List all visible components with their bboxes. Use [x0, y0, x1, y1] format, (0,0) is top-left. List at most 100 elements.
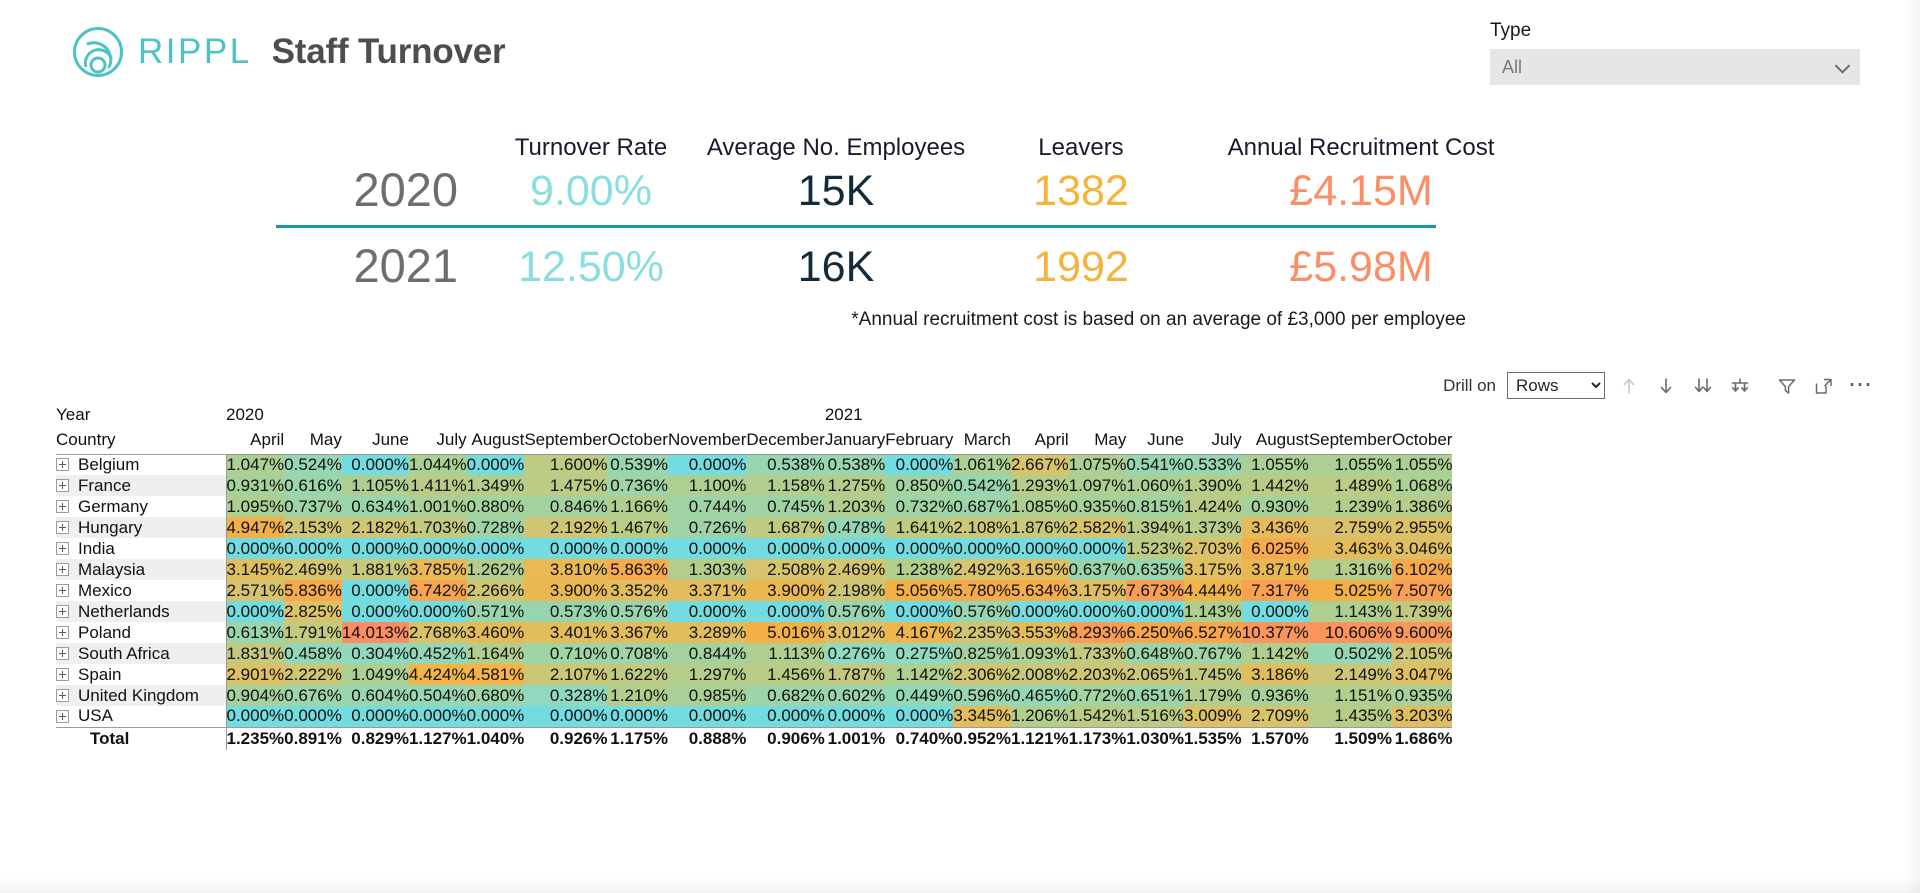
matrix-row-header-india[interactable]: India [56, 538, 227, 559]
matrix-cell[interactable]: 6.250% [1126, 622, 1185, 643]
matrix-cell[interactable]: 1.044% [408, 454, 467, 475]
matrix-cell[interactable]: 0.000% [524, 538, 608, 559]
matrix-cell[interactable]: 1.055% [1241, 454, 1309, 475]
matrix-cell[interactable]: 0.000% [284, 538, 342, 559]
matrix-cell[interactable]: 0.000% [1126, 601, 1185, 622]
matrix-cell[interactable]: 0.767% [1184, 643, 1242, 664]
matrix-cell[interactable]: 5.780% [953, 580, 1011, 601]
matrix-cell[interactable]: 6.527% [1184, 622, 1242, 643]
matrix-cell[interactable]: 2.703% [1184, 538, 1242, 559]
matrix-cell[interactable]: 1.105% [341, 475, 409, 496]
matrix-cell[interactable]: 0.000% [885, 454, 954, 475]
matrix-cell[interactable]: 3.900% [524, 580, 608, 601]
matrix-cell[interactable]: 1.049% [341, 664, 409, 685]
matrix-cell[interactable]: 1.239% [1308, 496, 1392, 517]
matrix-cell[interactable]: 3.047% [1391, 664, 1453, 685]
matrix-cell[interactable]: 1.523% [1126, 538, 1185, 559]
matrix-column-header-2021-january[interactable]: January [824, 427, 886, 455]
matrix-column-header-2021-september[interactable]: September [1308, 427, 1392, 455]
matrix-cell[interactable]: 2.492% [953, 559, 1011, 580]
matrix-cell[interactable]: 1.542% [1068, 706, 1127, 727]
matrix-cell[interactable]: 2.107% [524, 664, 608, 685]
matrix-cell[interactable]: 5.634% [1011, 580, 1069, 601]
expand-plus-icon[interactable] [56, 542, 69, 555]
matrix-column-header-2020-april[interactable]: April [226, 427, 285, 455]
matrix-cell[interactable]: 1.143% [1308, 601, 1392, 622]
matrix-cell[interactable]: 3.401% [524, 622, 608, 643]
matrix-row-header-malaysia[interactable]: Malaysia [56, 559, 227, 580]
matrix-cell[interactable]: 1.733% [1068, 643, 1127, 664]
matrix-cell[interactable]: 2.306% [953, 664, 1011, 685]
matrix-cell[interactable]: 3.463% [1308, 538, 1392, 559]
matrix-cell[interactable]: 0.502% [1308, 643, 1392, 664]
matrix-cell[interactable]: 0.604% [341, 685, 409, 706]
matrix-cell[interactable]: 0.616% [284, 475, 342, 496]
drill-down-icon[interactable] [1653, 373, 1679, 399]
matrix-cell[interactable]: 0.000% [1068, 538, 1127, 559]
matrix-column-header-2021-june[interactable]: June [1126, 427, 1185, 455]
matrix-cell[interactable]: 1.061% [953, 454, 1011, 475]
matrix-cell[interactable]: 0.000% [885, 538, 954, 559]
matrix-cell[interactable]: 0.000% [524, 706, 608, 727]
matrix-cell[interactable]: 2.192% [524, 517, 608, 538]
matrix-cell[interactable]: 0.708% [607, 643, 668, 664]
matrix-cell[interactable]: 4.444% [1184, 580, 1242, 601]
type-slicer-dropdown[interactable]: All [1490, 49, 1860, 85]
matrix-column-header-2021-march[interactable]: March [953, 427, 1011, 455]
matrix-cell[interactable]: 1.151% [1308, 685, 1392, 706]
matrix-cell[interactable]: 1.001% [408, 496, 467, 517]
matrix-cell[interactable]: 1.394% [1126, 517, 1185, 538]
matrix-cell[interactable]: 2.469% [824, 559, 886, 580]
matrix-cell[interactable]: 2.065% [1126, 664, 1185, 685]
expand-plus-icon[interactable] [56, 521, 69, 534]
more-options-icon[interactable]: ⋯ [1848, 372, 1874, 397]
matrix-cell[interactable]: 1.262% [466, 559, 525, 580]
matrix-cell[interactable]: 3.460% [466, 622, 525, 643]
expand-plus-icon[interactable] [56, 458, 69, 472]
matrix-cell[interactable]: 0.000% [1011, 538, 1069, 559]
matrix-cell[interactable]: 3.165% [1011, 559, 1069, 580]
matrix-cell[interactable]: 3.367% [607, 622, 668, 643]
matrix-cell[interactable]: 0.538% [824, 454, 886, 475]
matrix-row-header-belgium[interactable]: Belgium [56, 454, 227, 475]
matrix-cell[interactable]: 0.576% [824, 601, 886, 622]
matrix-cell[interactable]: 0.533% [1184, 454, 1242, 475]
matrix-cell[interactable]: 0.602% [824, 685, 886, 706]
drill-on-select[interactable]: RowsColumns [1507, 372, 1605, 399]
matrix-cell[interactable]: 0.000% [408, 601, 467, 622]
matrix-cell[interactable]: 5.025% [1308, 580, 1392, 601]
matrix-cell[interactable]: 0.000% [667, 454, 747, 475]
matrix-cell[interactable]: 0.935% [1391, 685, 1453, 706]
matrix-cell[interactable]: 5.836% [284, 580, 342, 601]
matrix-cell[interactable]: 0.687% [953, 496, 1011, 517]
expand-plus-icon[interactable] [56, 689, 69, 702]
matrix-cell[interactable]: 2.508% [746, 559, 825, 580]
matrix-cell[interactable]: 0.571% [466, 601, 525, 622]
matrix-cell[interactable]: 0.000% [746, 601, 825, 622]
matrix-cell[interactable]: 2.667% [1011, 454, 1069, 475]
matrix-cell[interactable]: 0.931% [226, 475, 285, 496]
matrix-row-header-south-africa[interactable]: South Africa [56, 643, 227, 664]
matrix-cell[interactable]: 1.047% [226, 454, 285, 475]
matrix-cell[interactable]: 0.000% [341, 538, 409, 559]
matrix-cell[interactable]: 1.745% [1184, 664, 1242, 685]
matrix-cell[interactable]: 0.728% [466, 517, 525, 538]
matrix-cell[interactable]: 2.266% [466, 580, 525, 601]
matrix-cell[interactable]: 3.145% [226, 559, 285, 580]
matrix-cell[interactable]: 0.478% [824, 517, 886, 538]
matrix-cell[interactable]: 1.442% [1241, 475, 1309, 496]
expand-plus-icon[interactable] [56, 584, 69, 597]
matrix-cell[interactable]: 0.000% [341, 706, 409, 727]
matrix-cell[interactable]: 4.167% [885, 622, 954, 643]
matrix-cell[interactable]: 1.275% [824, 475, 886, 496]
matrix-cell[interactable]: 1.158% [746, 475, 825, 496]
matrix-cell[interactable]: 3.352% [607, 580, 668, 601]
matrix-cell[interactable]: 1.303% [667, 559, 747, 580]
matrix-cell[interactable]: 3.009% [1184, 706, 1242, 727]
matrix-cell[interactable]: 0.000% [667, 538, 747, 559]
matrix-cell[interactable]: 1.787% [824, 664, 886, 685]
matrix-cell[interactable]: 0.634% [341, 496, 409, 517]
matrix-cell[interactable]: 10.606% [1308, 622, 1392, 643]
matrix-cell[interactable]: 0.000% [226, 601, 285, 622]
matrix-cell[interactable]: 0.000% [607, 706, 668, 727]
